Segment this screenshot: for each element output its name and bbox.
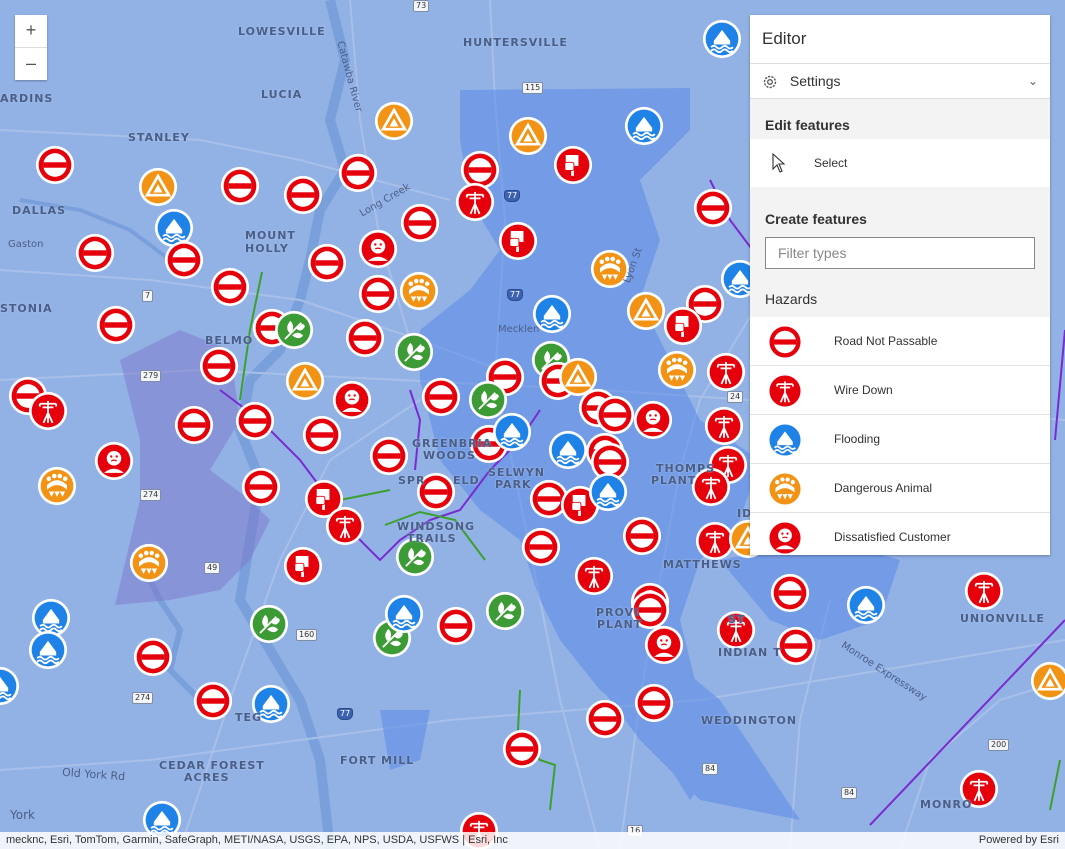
- editor-title: Editor: [750, 15, 1050, 64]
- route-shield: 49: [204, 562, 221, 574]
- settings-toggle[interactable]: Settings ⌄: [750, 64, 1050, 99]
- feature-type-label: Dangerous Animal: [834, 481, 933, 495]
- attribution-bar: mecknc, Esri, TomTom, Garmin, SafeGraph,…: [0, 832, 1065, 849]
- zoom-out-button[interactable]: –: [15, 47, 47, 80]
- place-label: ACRES: [184, 771, 230, 784]
- place-label: TRAILS: [407, 532, 457, 545]
- cursor-icon: [772, 153, 786, 173]
- place-label: PLANT: [597, 618, 643, 631]
- place-label: PARK: [495, 478, 532, 491]
- place-label: Gaston: [8, 239, 44, 250]
- chevron-down-icon: ⌄: [1027, 74, 1038, 88]
- place-label: HOLLY: [245, 242, 289, 255]
- editor-panel: Editor Settings ⌄ Edit features Select C…: [750, 15, 1050, 555]
- place-label: WOODS: [423, 449, 476, 462]
- dissatisfied-customer-icon: [766, 519, 804, 555]
- place-label: ARDINS: [0, 92, 54, 105]
- feature-type-label: Wire Down: [834, 383, 893, 397]
- place-label: HUNTERSVILLE: [463, 36, 568, 49]
- feature-type-dangerous-animal[interactable]: Dangerous Animal: [750, 464, 1050, 513]
- place-label: LUCIA: [261, 88, 303, 101]
- flooding-icon: [766, 421, 804, 459]
- place-label: ST: [728, 613, 746, 626]
- route-shield: 200: [988, 739, 1010, 751]
- place-label: FORT MILL: [340, 754, 415, 767]
- place-label: DALLAS: [12, 204, 67, 217]
- place-label: STANLEY: [128, 131, 190, 144]
- place-label: TEG: [235, 711, 263, 724]
- route-shield: 115: [522, 82, 544, 94]
- road-label: Monroe Expressway: [839, 640, 929, 704]
- feature-type-label: Dissatisfied Customer: [834, 530, 951, 544]
- edit-features-heading: Edit features: [765, 117, 850, 133]
- wire-down-icon: [766, 372, 804, 410]
- feature-type-flooding[interactable]: Flooding: [750, 415, 1050, 464]
- place-label: MONRO: [920, 798, 973, 811]
- place-label: BELMO: [205, 334, 254, 347]
- road-label: Old York Rd: [61, 765, 126, 784]
- route-shield: 274: [140, 489, 162, 501]
- zoom-control: + –: [15, 15, 47, 80]
- category-heading: Hazards: [765, 291, 818, 307]
- route-shield: 84: [841, 787, 858, 799]
- place-label: Mecklen: [498, 324, 540, 335]
- feature-type-label: Flooding: [834, 432, 881, 446]
- create-features-heading: Create features: [765, 211, 867, 227]
- place-label: MATTHEWS: [663, 558, 742, 571]
- route-shield: 7: [142, 290, 154, 302]
- settings-label: Settings: [789, 73, 841, 89]
- route-shield: 77: [504, 190, 521, 202]
- feature-type-label: Road Not Passable: [834, 334, 938, 348]
- route-shield: 274: [132, 692, 154, 704]
- route-shield: 73: [413, 0, 430, 12]
- dangerous-animal-icon: [766, 470, 804, 508]
- place-label: PLANT: [651, 474, 697, 487]
- select-label: Select: [814, 156, 848, 170]
- filter-types-field: [765, 237, 1035, 269]
- route-shield: 160: [296, 629, 318, 641]
- place-label: ELD: [453, 474, 480, 487]
- route-shield: 279: [140, 370, 162, 382]
- road-label: Long Creek: [358, 181, 413, 220]
- road-not-passable-icon: [766, 323, 804, 361]
- feature-type-dissatisfied-customer[interactable]: Dissatisfied Customer: [750, 513, 1050, 555]
- zoom-in-button[interactable]: +: [15, 15, 47, 47]
- place-label: York: [10, 808, 35, 822]
- route-shield: 84: [702, 763, 719, 775]
- road-label: Lyon St: [621, 246, 645, 285]
- feature-type-wire-down[interactable]: Wire Down: [750, 366, 1050, 415]
- place-label: WEDDINGTON: [701, 714, 798, 727]
- route-shield: 77: [507, 289, 524, 301]
- place-label: SPR: [398, 474, 426, 487]
- route-shield: 77: [337, 708, 354, 720]
- route-shield: 24: [727, 391, 744, 403]
- filter-types-input[interactable]: [766, 238, 1034, 268]
- feature-type-road-not-passable[interactable]: Road Not Passable: [750, 317, 1050, 366]
- place-label: LOWESVILLE: [238, 25, 326, 38]
- road-label: Catawba River: [334, 40, 364, 114]
- gear-icon: [763, 76, 777, 89]
- place-label: UNIONVILLE: [960, 612, 1045, 625]
- select-button[interactable]: Select: [750, 139, 1050, 187]
- place-label: MOUNT: [245, 229, 296, 242]
- place-label: INDIAN T: [718, 646, 782, 659]
- attribution-text[interactable]: mecknc, Esri, TomTom, Garmin, SafeGraph,…: [6, 832, 508, 849]
- powered-by-esri[interactable]: Powered by Esri: [979, 832, 1059, 849]
- place-label: STONIA: [0, 302, 53, 315]
